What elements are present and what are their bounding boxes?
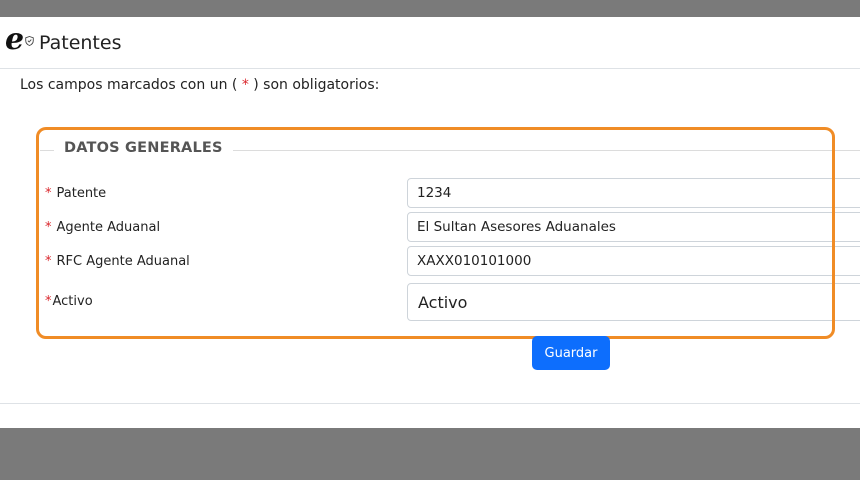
e-logo-icon: e <box>5 24 35 58</box>
agente-aduanal-input[interactable]: El Sultan Asesores Aduanales <box>407 212 860 242</box>
patente-input[interactable]: 1234 <box>407 178 860 208</box>
required-star: * <box>241 77 249 93</box>
agente-aduanal-label: * Agente Aduanal <box>45 220 161 235</box>
modal-header: e Patentes <box>0 17 860 69</box>
datos-generales-fieldset: DATOS GENERALES * Patente 1234 * Agente Ad… <box>40 130 860 321</box>
modal-title: Patentes <box>39 31 122 54</box>
required-fields-note: Los campos marcados con un ( * ) son obl… <box>20 77 380 93</box>
activo-label: *Activo <box>45 294 93 309</box>
footer-divider <box>0 403 860 404</box>
rfc-label: * RFC Agente Aduanal <box>45 254 190 269</box>
rfc-input[interactable]: XAXX010101000 <box>407 246 860 276</box>
patente-label: * Patente <box>45 186 107 201</box>
section-legend: DATOS GENERALES <box>54 140 233 156</box>
activo-select[interactable]: Activo <box>407 283 860 321</box>
save-button[interactable]: Guardar <box>532 336 610 370</box>
